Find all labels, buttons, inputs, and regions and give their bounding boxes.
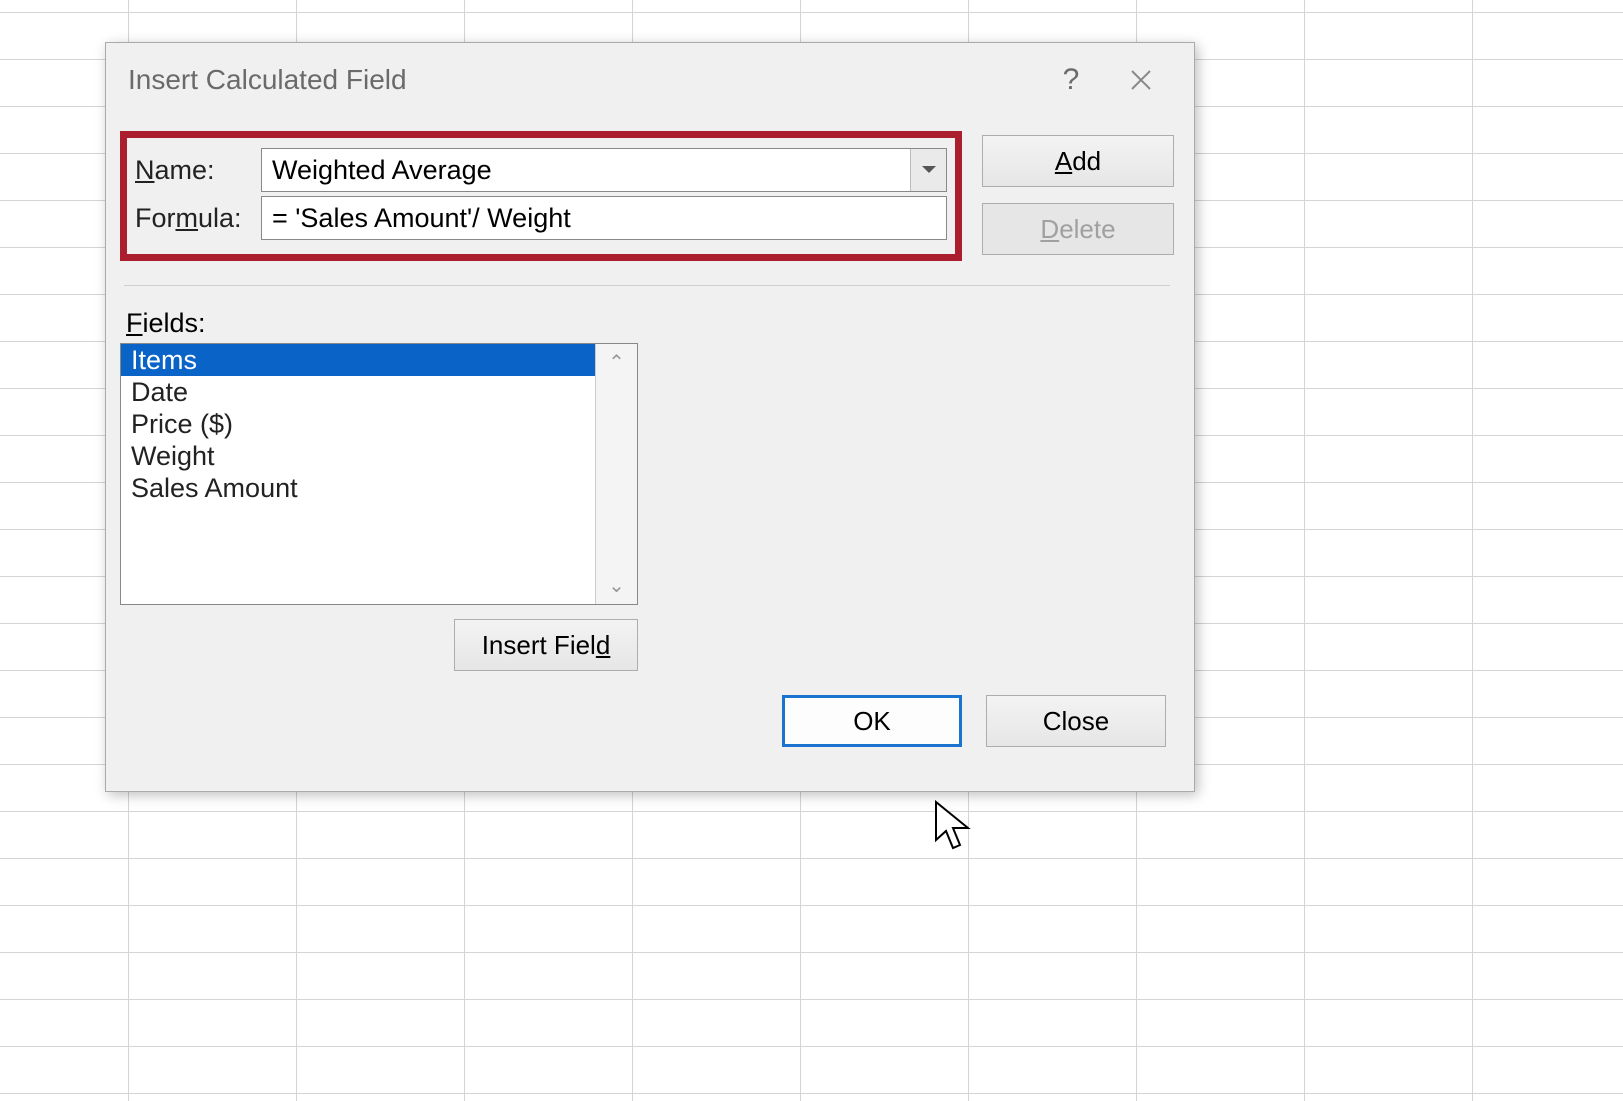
scroll-up-icon[interactable]: ⌃ (608, 350, 625, 375)
side-buttons: Add Delete (982, 131, 1174, 255)
formula-row: Formula: (135, 196, 947, 240)
name-dropdown-button[interactable] (910, 149, 946, 191)
close-button[interactable]: Close (986, 695, 1166, 747)
name-input[interactable] (262, 149, 910, 191)
name-row: Name: (135, 148, 947, 192)
insert-calculated-field-dialog: Insert Calculated Field ? Name: (105, 42, 1195, 792)
top-row: Name: Formula: Add Delete (120, 131, 1174, 261)
help-button[interactable]: ? (1036, 54, 1106, 106)
delete-button: Delete (982, 203, 1174, 255)
scrollbar[interactable]: ⌃ ⌄ (595, 344, 637, 604)
name-combo (261, 148, 947, 192)
help-icon: ? (1063, 63, 1080, 97)
list-item[interactable]: Price ($) (121, 408, 595, 440)
formula-input[interactable] (261, 196, 947, 240)
ok-button[interactable]: OK (782, 695, 962, 747)
name-label: Name: (135, 155, 261, 186)
titlebar: Insert Calculated Field ? (106, 43, 1194, 117)
list-item[interactable]: Date (121, 376, 595, 408)
chevron-down-icon (921, 165, 937, 175)
dialog-body: Name: Formula: Add Delete (106, 117, 1194, 791)
highlight-box: Name: Formula: (120, 131, 962, 261)
list-item[interactable]: Items (121, 344, 595, 376)
dialog-title: Insert Calculated Field (128, 64, 1036, 96)
insert-field-row: Insert Field (454, 619, 1174, 671)
fields-listbox-wrap: ItemsDatePrice ($)WeightSales Amount ⌃ ⌄ (120, 343, 638, 605)
fields-label: Fields: (126, 308, 1174, 339)
list-item[interactable]: Weight (121, 440, 595, 472)
list-item[interactable]: Sales Amount (121, 472, 595, 504)
fields-listbox[interactable]: ItemsDatePrice ($)WeightSales Amount (121, 344, 595, 604)
formula-label: Formula: (135, 203, 261, 234)
scroll-down-icon[interactable]: ⌄ (608, 573, 625, 598)
close-x-button[interactable] (1106, 54, 1176, 106)
insert-field-button[interactable]: Insert Field (454, 619, 638, 671)
add-button[interactable]: Add (982, 135, 1174, 187)
divider (124, 285, 1170, 286)
close-icon (1129, 68, 1153, 92)
dialog-footer: OK Close (120, 671, 1174, 747)
